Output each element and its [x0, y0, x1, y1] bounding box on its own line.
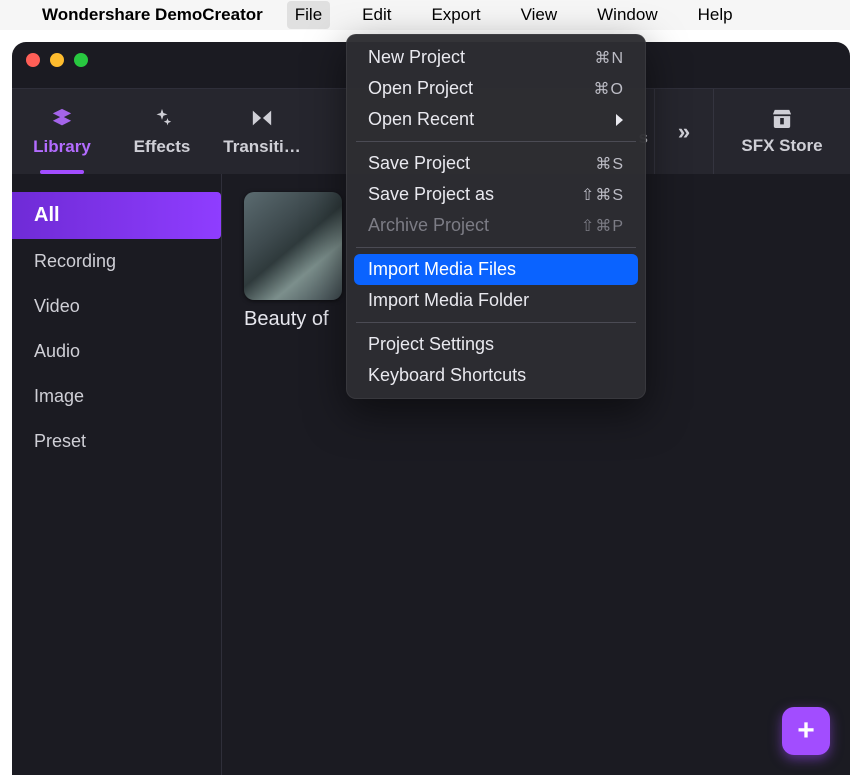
- sidebar-item-audio[interactable]: Audio: [12, 329, 221, 374]
- plus-icon: +: [797, 714, 815, 748]
- menu-item-label: Import Media Folder: [368, 290, 529, 311]
- menu-separator: [356, 247, 636, 248]
- menu-item-save-project-as[interactable]: Save Project as ⇧⌘S: [354, 179, 638, 210]
- menu-edit[interactable]: Edit: [354, 1, 399, 29]
- tab-label: Library: [33, 137, 91, 157]
- menu-item-label: Open Project: [368, 78, 473, 99]
- menu-view[interactable]: View: [513, 1, 566, 29]
- menu-item-shortcut: ⌘O: [594, 79, 624, 99]
- sidebar-item-image[interactable]: Image: [12, 374, 221, 419]
- sfx-store-label: SFX Store: [741, 136, 822, 156]
- menu-window[interactable]: Window: [589, 1, 665, 29]
- library-sidebar: All Recording Video Audio Image Preset: [12, 174, 222, 775]
- menu-item-label: Save Project: [368, 153, 470, 174]
- menu-item-label: Save Project as: [368, 184, 494, 205]
- chevron-right-icon: [614, 113, 624, 127]
- menu-export[interactable]: Export: [423, 1, 488, 29]
- add-media-fab[interactable]: +: [782, 707, 830, 755]
- chevron-double-right-icon: »: [678, 119, 690, 145]
- menu-item-new-project[interactable]: New Project ⌘N: [354, 42, 638, 73]
- window-minimize-button[interactable]: [50, 53, 64, 67]
- menu-help[interactable]: Help: [690, 1, 741, 29]
- menu-item-project-settings[interactable]: Project Settings: [354, 329, 638, 360]
- sidebar-item-all[interactable]: All: [12, 192, 221, 239]
- media-title: Beauty of: [244, 308, 354, 331]
- menu-file[interactable]: File: [287, 1, 330, 29]
- file-menu: New Project ⌘N Open Project ⌘O Open Rece…: [346, 34, 646, 399]
- menu-item-import-media-folder[interactable]: Import Media Folder: [354, 285, 638, 316]
- menu-item-label: Keyboard Shortcuts: [368, 365, 526, 386]
- menu-item-label: Import Media Files: [368, 259, 516, 280]
- menu-item-keyboard-shortcuts[interactable]: Keyboard Shortcuts: [354, 360, 638, 391]
- menu-item-shortcut: ⌘N: [594, 48, 624, 68]
- app-name: Wondershare DemoCreator: [42, 5, 263, 25]
- menu-separator: [356, 322, 636, 323]
- menu-item-save-project[interactable]: Save Project ⌘S: [354, 148, 638, 179]
- menu-item-open-recent[interactable]: Open Recent: [354, 104, 638, 135]
- tab-library[interactable]: Library: [12, 89, 112, 174]
- menu-item-label: Project Settings: [368, 334, 494, 355]
- menu-item-label: Open Recent: [368, 109, 474, 130]
- media-thumbnail: [244, 192, 342, 300]
- media-item[interactable]: Beauty of: [244, 192, 354, 331]
- menu-item-shortcut: ⇧⌘S: [581, 185, 624, 205]
- store-icon: [771, 108, 793, 128]
- menu-item-import-media-files[interactable]: Import Media Files: [354, 254, 638, 285]
- tab-transitions[interactable]: Transiti…: [212, 89, 312, 174]
- menu-item-archive-project: Archive Project ⇧⌘P: [354, 210, 638, 241]
- sfx-store-button[interactable]: SFX Store: [714, 89, 850, 174]
- menu-item-label: Archive Project: [368, 215, 489, 236]
- macos-menubar: Wondershare DemoCreator File Edit Export…: [0, 0, 850, 30]
- toolbar-overflow-button[interactable]: »: [654, 89, 714, 174]
- tab-label: Transiti…: [223, 137, 300, 157]
- menu-item-shortcut: ⇧⌘P: [581, 216, 624, 236]
- sidebar-item-preset[interactable]: Preset: [12, 419, 221, 464]
- bowtie-icon: [251, 107, 273, 129]
- tab-effects[interactable]: Effects: [112, 89, 212, 174]
- layers-icon: [51, 107, 73, 129]
- tab-label: Effects: [134, 137, 191, 157]
- window-close-button[interactable]: [26, 53, 40, 67]
- menu-item-open-project[interactable]: Open Project ⌘O: [354, 73, 638, 104]
- sidebar-item-recording[interactable]: Recording: [12, 239, 221, 284]
- menu-item-shortcut: ⌘S: [595, 154, 624, 174]
- sparkle-icon: [151, 107, 173, 129]
- window-zoom-button[interactable]: [74, 53, 88, 67]
- sidebar-item-video[interactable]: Video: [12, 284, 221, 329]
- menu-separator: [356, 141, 636, 142]
- menu-item-label: New Project: [368, 47, 465, 68]
